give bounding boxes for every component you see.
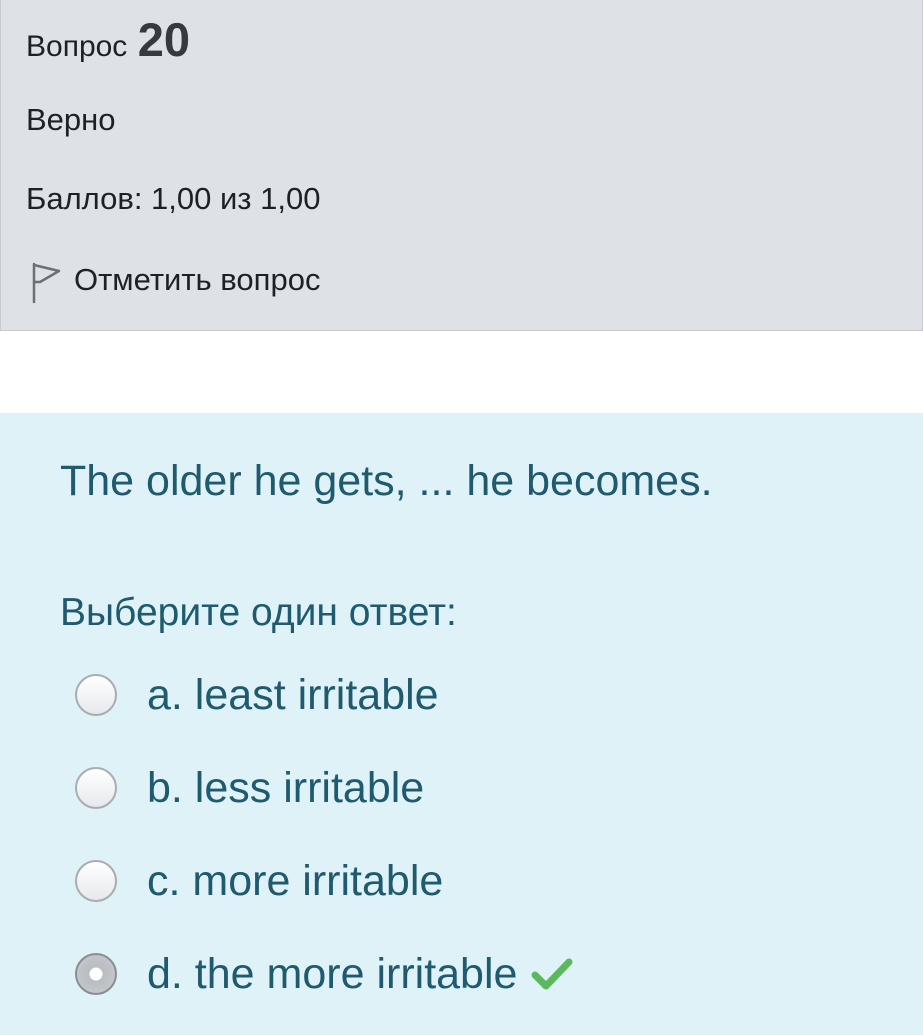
question-label: Вопрос — [26, 30, 128, 63]
answer-label-d: d. the more irritable — [147, 949, 518, 998]
answer-option-c[interactable]: c. more irritable — [75, 851, 915, 911]
question-state: Верно — [26, 102, 116, 137]
answer-option-d[interactable]: d. the more irritable — [75, 944, 915, 1004]
answer-radio-b[interactable] — [75, 767, 117, 809]
answer-radio-d[interactable] — [75, 953, 117, 995]
flag-question-link[interactable]: Отметить вопрос — [26, 258, 320, 306]
checkmark-icon — [531, 958, 573, 990]
answer-prompt: Выберите один ответ: — [60, 591, 457, 634]
answer-label-b: b. less irritable — [147, 763, 425, 812]
question-number: 20 — [137, 13, 191, 66]
answer-option-b[interactable]: b. less irritable — [75, 758, 915, 818]
answer-label-a: a. least irritable — [147, 670, 439, 719]
answer-label-c: c. more irritable — [147, 856, 444, 905]
answer-option-a[interactable]: a. least irritable — [75, 665, 915, 725]
question-info-panel: Вопрос 20 Верно Баллов: 1,00 из 1,00 Отм… — [0, 0, 923, 331]
answer-radio-a[interactable] — [75, 674, 117, 716]
question-text: The older he gets, ... he becomes. — [60, 457, 713, 505]
question-number-heading: Вопрос 20 — [26, 12, 190, 67]
answer-radio-c[interactable] — [75, 860, 117, 902]
question-grade: Баллов: 1,00 из 1,00 — [26, 181, 321, 216]
flag-outline-icon — [32, 262, 61, 304]
flag-question-label: Отметить вопрос — [74, 262, 321, 297]
question-content: The older he gets, ... he becomes. Выбер… — [0, 413, 923, 1035]
